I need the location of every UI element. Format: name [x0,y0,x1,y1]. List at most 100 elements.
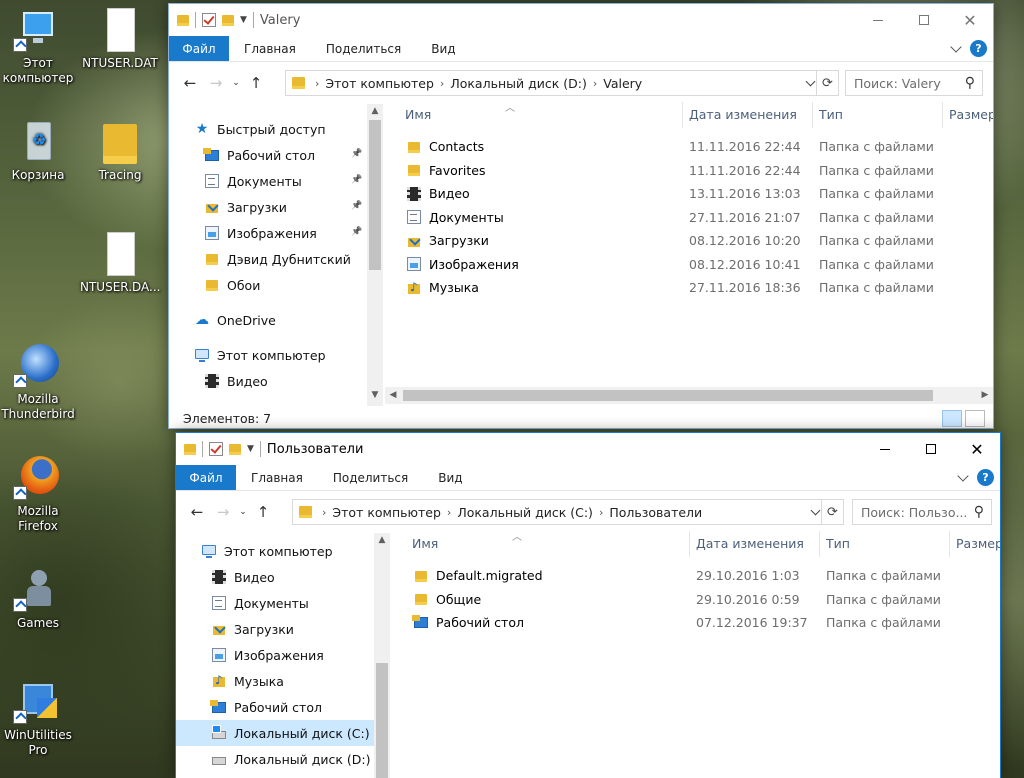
file-row[interactable]: Favorites 11.11.2016 22:44 Папка с файлами [383,159,983,183]
refresh-icon[interactable]: ⟳ [816,71,838,95]
properties-icon[interactable] [202,13,216,27]
title-bar[interactable]: ▼ Valery ✕ [169,4,993,36]
nav-item[interactable]: Загрузки 📌 [169,194,367,220]
breadcrumb-separator-icon[interactable]: › [322,506,326,519]
scroll-right-icon[interactable]: ▶ [977,387,993,403]
tab-file[interactable]: Файл [169,36,229,61]
breadcrumb-separator-icon[interactable]: › [447,506,451,519]
title-bar[interactable]: ▼ Пользователи ✕ [176,433,1000,465]
expand-ribbon-icon[interactable] [950,40,962,53]
nav-scrollbar[interactable]: ▲ [374,533,390,778]
scroll-up-icon[interactable]: ▲ [374,535,390,551]
scroll-thumb[interactable] [403,390,933,401]
nav-item[interactable]: Загрузки [176,616,374,642]
back-icon[interactable]: ← [184,503,210,521]
file-row[interactable]: Contacts 11.11.2016 22:44 Папка с файлами [383,135,983,159]
navigation-pane[interactable]: Этот компьютер Видео Документы Загрузки Изоб… [176,538,374,778]
tab-view[interactable]: Вид [416,36,470,61]
search-input[interactable]: Поиск: Пользо... ⚲ [852,499,992,525]
desktop-icon-games[interactable]: Games [0,568,78,631]
minimize-button[interactable] [855,4,901,36]
tab-share[interactable]: Поделиться [318,465,423,490]
column-header-type[interactable]: Тип [813,102,943,128]
nav-item[interactable]: Локальный диск (D:) [176,746,374,772]
help-icon[interactable]: ? [970,40,987,57]
file-row[interactable]: Музыка 27.11.2016 18:36 Папка с файлами [383,276,983,300]
desktop-icon-this-pc[interactable]: Этот компьютер [0,8,78,86]
nav-item[interactable]: ☁ OneDrive [169,307,367,333]
breadcrumb-this-pc[interactable]: Этот компьютер [332,505,441,520]
minimize-button[interactable] [862,433,908,465]
quick-access-dropdown-icon[interactable]: ▼ [240,15,247,25]
breadcrumb-users[interactable]: Пользователи [609,505,702,520]
recent-locations-icon[interactable]: ⌄ [229,78,243,88]
nav-item[interactable]: Этот компьютер [176,538,374,564]
forward-icon[interactable]: → [210,503,236,521]
breadcrumb-separator-icon[interactable]: › [593,77,597,90]
close-button[interactable]: ✕ [947,4,993,36]
up-icon[interactable]: ↑ [243,74,269,92]
breadcrumb-this-pc[interactable]: Этот компьютер [325,76,434,91]
nav-item[interactable]: Обои [169,272,367,298]
nav-item[interactable]: Видео [176,564,374,590]
nav-item[interactable]: Музыка [176,668,374,694]
desktop-icon-firefox[interactable]: Mozilla Firefox [0,456,78,534]
new-folder-icon[interactable] [229,443,241,455]
address-dropdown-icon[interactable] [805,76,816,87]
recent-locations-icon[interactable]: ⌄ [236,507,250,517]
nav-item[interactable]: Дэвид Дубнитский [169,246,367,272]
nav-item[interactable]: Рабочий стол 📌 [169,142,367,168]
forward-icon[interactable]: → [203,74,229,92]
column-header-size[interactable]: Размер [950,531,1000,557]
desktop-icon-tracing[interactable]: Tracing [80,120,160,183]
desktop-icon-winutilities[interactable]: WinUtilities Pro [0,680,78,758]
column-header-name[interactable]: Имя [399,102,683,128]
desktop-icon-ntuser-dat[interactable]: NTUSER.DAT [80,8,160,71]
breadcrumb-valery[interactable]: Valery [603,76,642,91]
desktop-icon-ntuser-da2[interactable]: NTUSER.DA... [80,232,160,295]
desktop-icon-thunderbird[interactable]: Mozilla Thunderbird [0,344,78,422]
nav-item[interactable]: Этот компьютер [169,342,367,368]
column-header-type[interactable]: Тип [820,531,950,557]
back-icon[interactable]: ← [177,74,203,92]
desktop-icon-recycle-bin[interactable]: ♻ Корзина [0,120,78,183]
scroll-thumb[interactable] [369,120,381,270]
details-view-icon[interactable] [942,410,962,427]
file-row[interactable]: Default.migrated 29.10.2016 1:03 Папка с ф… [390,564,990,588]
nav-item[interactable]: Документы [176,590,374,616]
quick-access-dropdown-icon[interactable]: ▼ [247,444,254,454]
nav-item[interactable]: Локальный диск (C:) [176,720,374,746]
breadcrumb-separator-icon[interactable]: › [440,77,444,90]
file-row[interactable]: Загрузки 08.12.2016 10:20 Папка с файлами [383,229,983,253]
file-row[interactable]: Общие 29.10.2016 0:59 Папка с файлами [390,588,990,612]
column-header-size[interactable]: Размер [943,102,993,128]
refresh-icon[interactable]: ⟳ [821,500,843,524]
column-header-date[interactable]: Дата изменения [690,531,820,557]
maximize-button[interactable] [908,433,954,465]
address-dropdown-icon[interactable] [810,505,821,516]
search-input[interactable]: Поиск: Valery ⚲ [845,70,983,96]
address-bar[interactable]: › Этот компьютер › Локальный диск (C:) ›… [292,499,844,525]
column-header-name[interactable]: Имя [406,531,690,557]
file-row[interactable]: Видео 13.11.2016 13:03 Папка с файлами [383,182,983,206]
tab-share[interactable]: Поделиться [311,36,416,61]
breadcrumb-separator-icon[interactable]: › [315,77,319,90]
new-folder-icon[interactable] [222,14,234,26]
breadcrumb-drive-c[interactable]: Локальный диск (C:) [457,505,593,520]
column-header-date[interactable]: Дата изменения [683,102,813,128]
breadcrumb-drive-d[interactable]: Локальный диск (D:) [450,76,587,91]
nav-item[interactable]: Изображения 📌 [169,220,367,246]
file-row[interactable]: Изображения 08.12.2016 10:41 Папка с файла… [383,253,983,277]
nav-item[interactable]: Рабочий стол [176,694,374,720]
breadcrumb-separator-icon[interactable]: › [599,506,603,519]
tab-home[interactable]: Главная [229,36,311,61]
maximize-button[interactable] [901,4,947,36]
nav-item[interactable]: Изображения [176,642,374,668]
tab-home[interactable]: Главная [236,465,318,490]
scroll-thumb[interactable] [376,663,388,778]
nav-scrollbar[interactable]: ▲ ▼ [367,104,383,406]
navigation-pane[interactable]: ★ Быстрый доступ Рабочий стол 📌 Документы 📌 За… [169,116,367,406]
close-button[interactable]: ✕ [954,433,1000,465]
address-bar[interactable]: › Этот компьютер › Локальный диск (D:) ›… [285,70,839,96]
file-row[interactable]: Документы 27.11.2016 21:07 Папка с файлами [383,206,983,230]
